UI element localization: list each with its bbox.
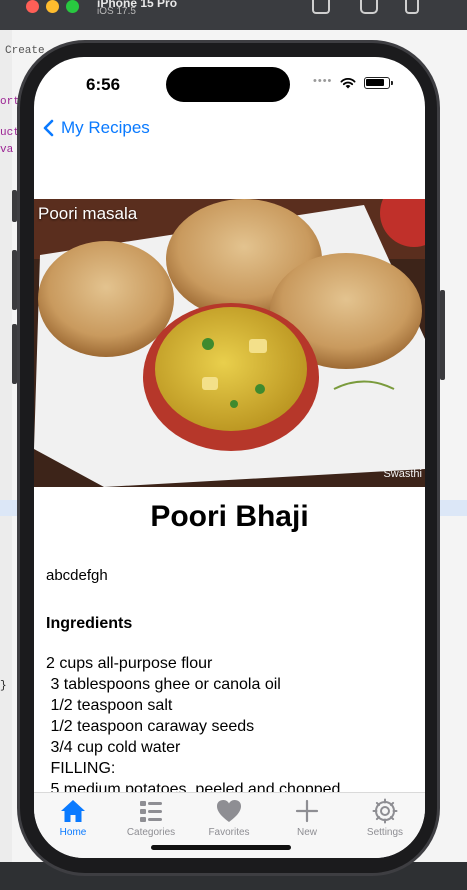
recipe-title: Poori Bhaji	[150, 500, 309, 533]
xcode-breadcrumb: Create	[5, 45, 45, 57]
ingredient-line: 3/4 cup cold water	[46, 739, 181, 756]
cellular-signal-icon: ••••	[313, 75, 333, 87]
photo-caption: Poori masala	[38, 204, 138, 223]
tab-home[interactable]: Home	[34, 793, 112, 843]
back-button[interactable]: My Recipes	[42, 118, 150, 138]
tab-new[interactable]: New	[268, 793, 346, 843]
tab-label: Settings	[366, 827, 404, 838]
action-button	[12, 190, 17, 222]
volume-down-button	[12, 324, 17, 384]
plus-icon	[295, 799, 319, 823]
close-window-button[interactable]	[26, 0, 39, 13]
xcode-code-fragment: va	[0, 144, 14, 156]
home-indicator[interactable]	[151, 845, 291, 850]
recipe-description: abcdefgh	[46, 567, 108, 584]
tab-settings[interactable]: Settings	[346, 793, 424, 843]
volume-up-button	[12, 250, 17, 310]
back-button-label: My Recipes	[61, 118, 150, 137]
gear-icon	[372, 798, 398, 824]
tab-categories[interactable]: Categories	[112, 793, 190, 843]
ingredient-line: 3 tablespoons ghee or canola oil	[46, 676, 281, 693]
side-power-button	[440, 290, 445, 380]
recipe-photo: Poori masala Swasthi	[34, 199, 425, 487]
tab-label: New	[296, 827, 317, 838]
ingredient-line: 2 cups all-purpose flour	[46, 655, 213, 672]
ingredients-list: 2 cups all-purpose flour 3 tablespoons g…	[46, 653, 416, 800]
status-time: 6:56	[86, 75, 121, 94]
ingredient-line: FILLING:	[46, 760, 116, 777]
tab-label: Categories	[126, 827, 176, 838]
battery-icon	[364, 77, 393, 89]
tab-favorites[interactable]: Favorites	[190, 793, 268, 843]
list-icon	[140, 801, 162, 822]
minimize-window-button[interactable]	[46, 0, 59, 13]
poori-photo-illustration	[34, 199, 425, 487]
xcode-gutter	[0, 30, 12, 890]
rotate-icon[interactable]	[405, 0, 419, 14]
ingredient-line: 1/2 teaspoon caraway seeds	[46, 718, 255, 735]
ingredients-heading: Ingredients	[46, 615, 133, 632]
home-button-icon[interactable]	[312, 0, 330, 14]
wifi-icon	[340, 78, 356, 89]
phone-screen: 6:56 •••• My Recipes Poori masala Swasth…	[34, 57, 425, 858]
photo-credit: Swasthi	[383, 468, 422, 480]
xcode-code-fragment: }	[0, 680, 7, 692]
simulator-title-bar: iPhone 15 Pro iOS 17.5	[0, 0, 467, 30]
ingredient-line: 1/2 teaspoon salt	[46, 697, 173, 714]
simulator-os-version: iOS 17.5	[97, 6, 136, 17]
screenshot-icon[interactable]	[360, 0, 378, 14]
tab-label: Home	[59, 827, 87, 838]
house-icon	[61, 800, 85, 822]
dynamic-island	[166, 67, 290, 102]
tab-label: Favorites	[208, 827, 250, 838]
heart-icon	[217, 800, 241, 822]
zoom-window-button[interactable]	[66, 0, 79, 13]
chevron-left-icon	[43, 119, 54, 137]
